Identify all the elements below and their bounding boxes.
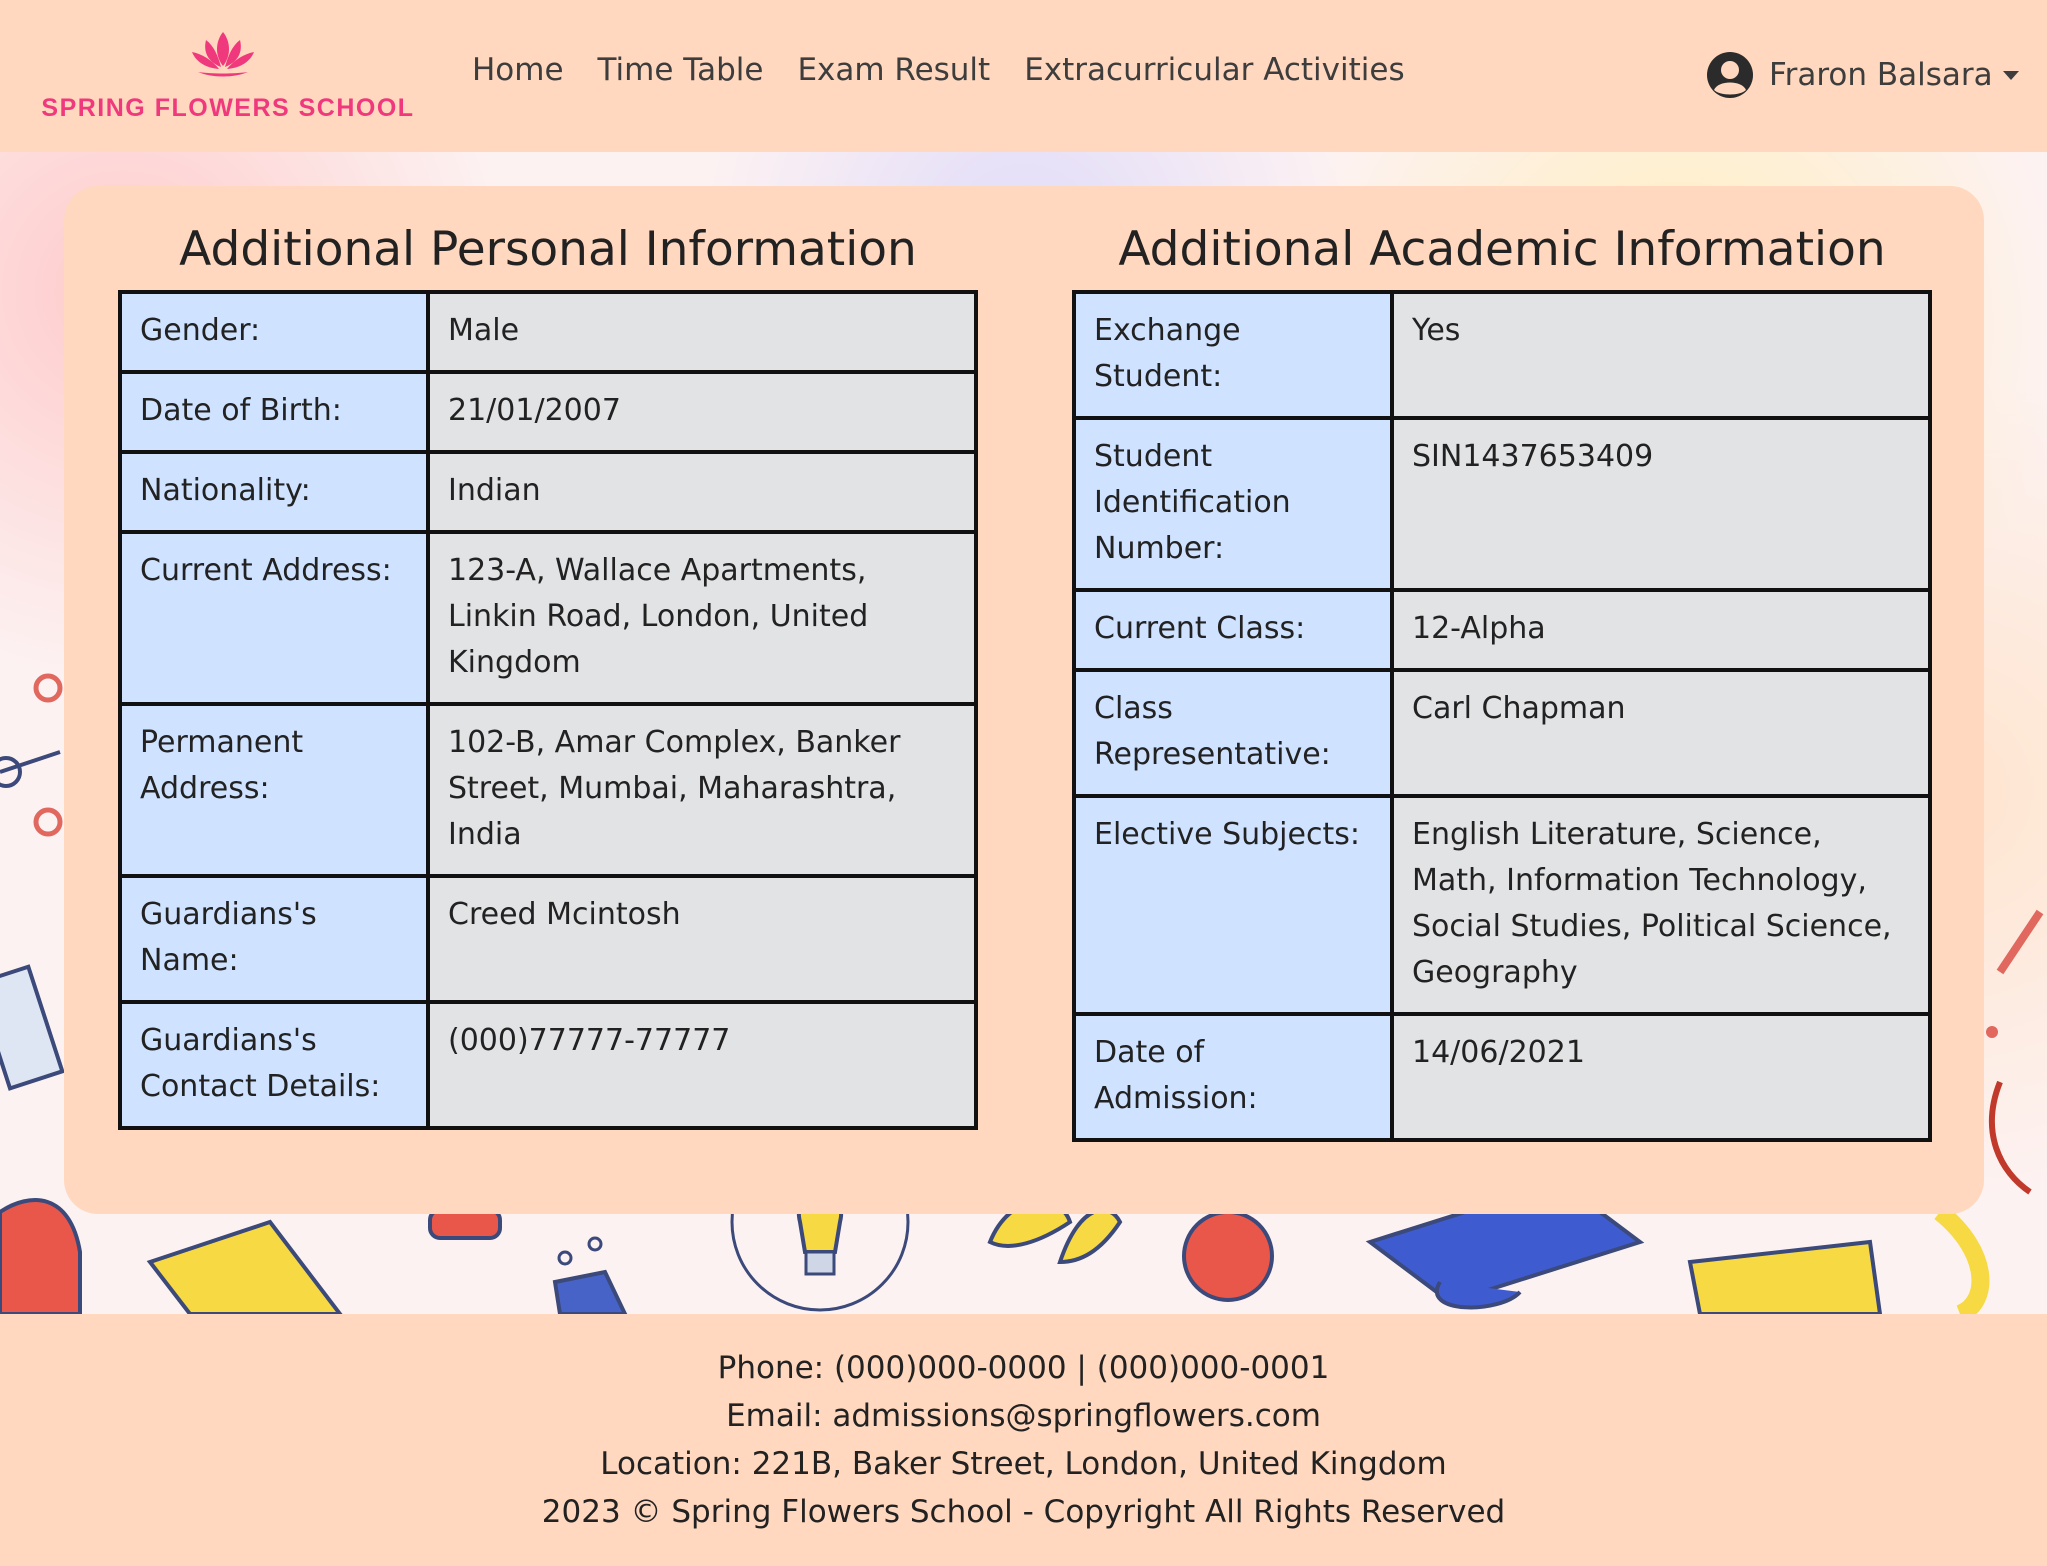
- row-value: 102-B, Amar Complex, Banker Street, Mumb…: [426, 702, 978, 878]
- brand-logo[interactable]: SPRING FLOWERS SCHOOL: [28, 22, 428, 132]
- row-value: 14/06/2021: [1390, 1012, 1932, 1142]
- row-label: Class Representative:: [1072, 668, 1394, 798]
- footer-phone: Phone: (000)000-0000 | (000)000-0001: [717, 1350, 1330, 1386]
- row-label: Permanent Address:: [118, 702, 430, 878]
- row-value: SIN1437653409: [1390, 416, 1932, 592]
- row-label: Student Identification Number:: [1072, 416, 1394, 592]
- table-row: Gender: Male: [118, 290, 978, 374]
- user-avatar-icon: [1707, 52, 1753, 98]
- nav-extracurricular-activities[interactable]: Extracurricular Activities: [1024, 52, 1404, 88]
- table-row: Permanent Address: 102-B, Amar Complex, B…: [118, 702, 978, 878]
- row-label: Nationality:: [118, 450, 430, 534]
- table-row: Student Identification Number: SIN1437653…: [1072, 416, 1932, 592]
- nav-home[interactable]: Home: [472, 52, 564, 88]
- user-name: Fraron Balsara: [1769, 57, 1993, 93]
- row-label: Date of Birth:: [118, 370, 430, 454]
- row-value: Yes: [1390, 290, 1932, 420]
- nav-exam-result[interactable]: Exam Result: [797, 52, 990, 88]
- personal-info-table: Gender: Male Date of Birth: 21/01/2007 Nat…: [118, 290, 978, 1130]
- row-value: 123-A, Wallace Apartments, Linkin Road, …: [426, 530, 978, 706]
- row-label: Current Address:: [118, 530, 430, 706]
- table-row: Current Class: 12-Alpha: [1072, 588, 1932, 672]
- row-value: 21/01/2007: [426, 370, 978, 454]
- nav-time-table[interactable]: Time Table: [598, 52, 764, 88]
- table-row: Exchange Student: Yes: [1072, 290, 1932, 420]
- table-row: Class Representative: Carl Chapman: [1072, 668, 1932, 798]
- row-value: Male: [426, 290, 978, 374]
- personal-info-title: Additional Personal Information: [179, 222, 917, 277]
- row-value: Carl Chapman: [1390, 668, 1932, 798]
- row-label: Gender:: [118, 290, 430, 374]
- row-value: English Literature, Science, Math, Infor…: [1390, 794, 1932, 1016]
- academic-info-title: Additional Academic Information: [1118, 222, 1886, 277]
- academic-info-table: Exchange Student: Yes Student Identificat…: [1072, 290, 1932, 1142]
- row-label: Elective Subjects:: [1072, 794, 1394, 1016]
- footer-copyright: 2023 © Spring Flowers School - Copyright…: [541, 1494, 1506, 1530]
- table-row: Date of Birth: 21/01/2007: [118, 370, 978, 454]
- row-label: Exchange Student:: [1072, 290, 1394, 420]
- row-value: 12-Alpha: [1390, 588, 1932, 672]
- table-row: Date of Admission: 14/06/2021: [1072, 1012, 1932, 1142]
- row-label: Date of Admission:: [1072, 1012, 1394, 1142]
- info-card: Additional Personal Information Gender: M…: [64, 186, 1984, 1214]
- brand-name: SPRING FLOWERS SCHOOL: [41, 94, 415, 122]
- row-value: Creed Mcintosh: [426, 874, 978, 1004]
- table-row: Nationality: Indian: [118, 450, 978, 534]
- table-row: Current Address: 123-A, Wallace Apartment…: [118, 530, 978, 706]
- footer-email: Email: admissions@springflowers.com: [726, 1398, 1321, 1434]
- navbar: SPRING FLOWERS SCHOOL Home Time Table Ex…: [0, 0, 2047, 152]
- row-label: Guardians's Contact Details:: [118, 1000, 430, 1130]
- row-value: (000)77777-77777: [426, 1000, 978, 1130]
- chevron-down-icon: [2002, 70, 2019, 80]
- footer: Phone: (000)000-0000 | (000)000-0001 Ema…: [0, 1314, 2047, 1566]
- table-row: Guardians's Name: Creed Mcintosh: [118, 874, 978, 1004]
- user-menu-dropdown[interactable]: Fraron Balsara: [1705, 50, 2019, 100]
- nav-links: Home Time Table Exam Result Extracurricu…: [472, 52, 1405, 88]
- row-label: Current Class:: [1072, 588, 1394, 672]
- table-row: Elective Subjects: English Literature, Sc…: [1072, 794, 1932, 1016]
- page-background: Additional Personal Information Gender: M…: [0, 152, 2047, 1314]
- row-value: Indian: [426, 450, 978, 534]
- row-label: Guardians's Name:: [118, 874, 430, 1004]
- table-row: Guardians's Contact Details: (000)77777-7…: [118, 1000, 978, 1130]
- lotus-icon: [192, 32, 254, 77]
- footer-location: Location: 221B, Baker Street, London, Un…: [600, 1446, 1447, 1482]
